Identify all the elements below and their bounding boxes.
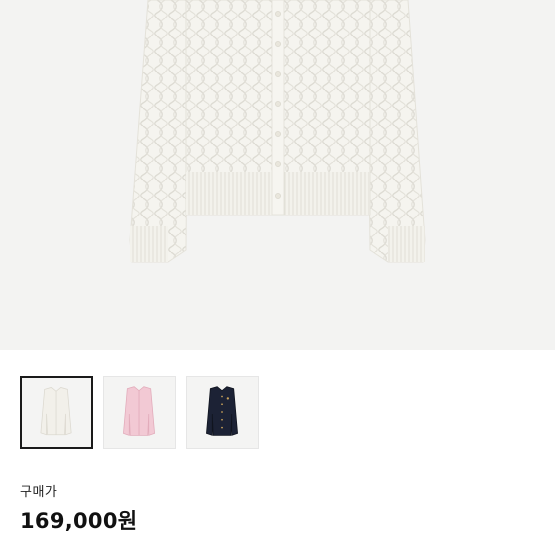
cardigan-pink-icon [123,386,155,436]
thumbnail-pink[interactable] [103,376,176,449]
cardigan-ivory-icon [40,387,72,436]
cardigan-illustration [129,0,426,263]
product-page: 구매가 169,000원 [0,0,555,555]
price-label: 구매가 [20,485,58,500]
thumbnail-ivory[interactable] [20,376,93,449]
price-value: 169,000원 [20,509,138,533]
thumbnail-navy[interactable] [186,376,259,449]
cardigan-navy-icon [206,386,238,436]
color-thumbnail-list [20,376,259,449]
product-main-image[interactable] [0,0,555,350]
